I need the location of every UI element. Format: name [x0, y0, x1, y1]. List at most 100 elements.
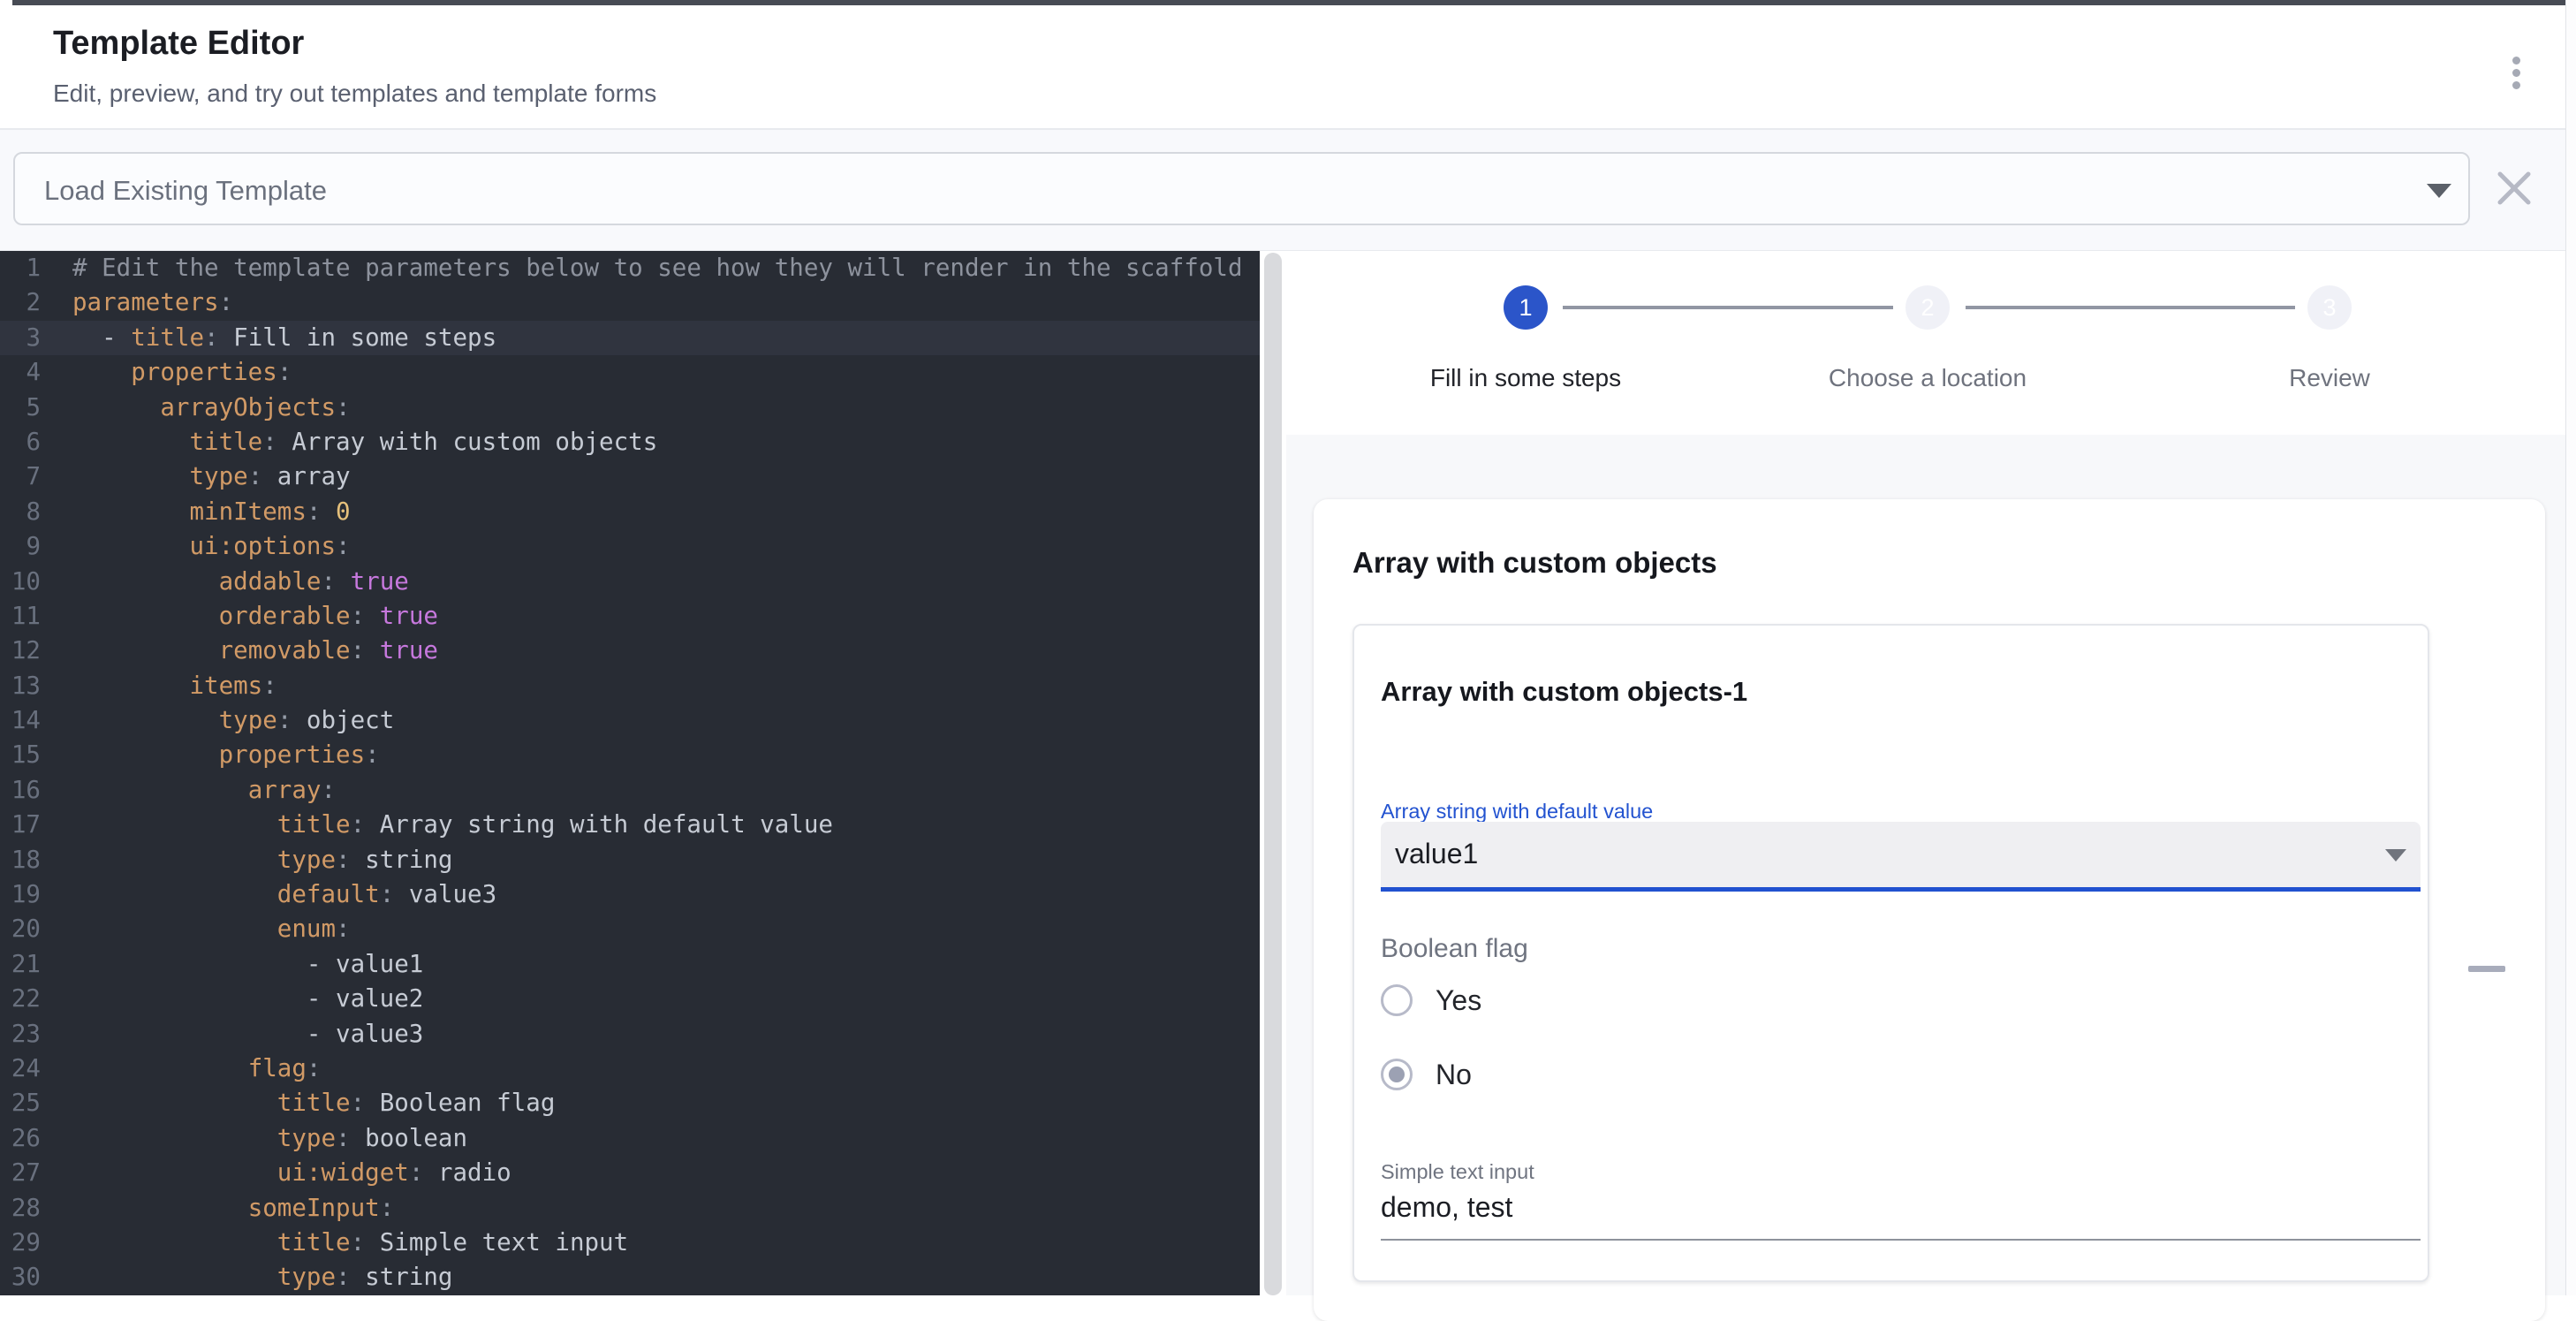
code-text: type: string: [72, 1260, 453, 1294]
select-field-label: Array string with default value: [1381, 800, 1653, 824]
code-text: parameters:: [72, 285, 233, 320]
code-line[interactable]: 16 array:: [0, 773, 1260, 808]
line-number: 21: [0, 947, 41, 982]
code-text: # Edit the template parameters below to …: [72, 251, 1243, 285]
text-input-underline: [1381, 1239, 2421, 1241]
line-number: 7: [0, 459, 41, 494]
code-line[interactable]: 21 - value1: [0, 947, 1260, 982]
editor-scrollbar-track[interactable]: [1260, 251, 1286, 1295]
clear-template-button[interactable]: [2491, 165, 2537, 211]
step-label-3: Review: [2153, 364, 2506, 392]
step-circle-2[interactable]: 2: [1905, 285, 1950, 330]
code-text: title: Array string with default value: [72, 808, 833, 842]
line-number: 6: [0, 425, 41, 459]
code-text: someInput:: [72, 1191, 394, 1226]
code-text: ui:options:: [72, 529, 351, 564]
line-number: 28: [0, 1191, 41, 1226]
code-line[interactable]: 2 parameters:: [0, 285, 1260, 320]
code-line[interactable]: 1 # Edit the template parameters below to…: [0, 251, 1260, 285]
radio-option-no[interactable]: No: [1381, 1055, 1472, 1094]
kebab-dot: [2512, 81, 2520, 89]
code-text: - title: Fill in some steps: [72, 321, 496, 355]
page-subtitle: Edit, preview, and try out templates and…: [53, 80, 656, 108]
code-line[interactable]: 23 - value3: [0, 1017, 1260, 1051]
code-text: title: Boolean flag: [72, 1086, 555, 1120]
code-line[interactable]: 19 default: value3: [0, 877, 1260, 912]
line-number: 18: [0, 843, 41, 877]
code-line[interactable]: 8 minItems: 0: [0, 495, 1260, 529]
page-scrollbar-gutter[interactable]: [2565, 0, 2576, 1295]
line-number: 9: [0, 529, 41, 564]
select-field-value: value1: [1395, 838, 1478, 870]
code-line[interactable]: 13 items:: [0, 669, 1260, 703]
code-text: flag:: [72, 1051, 321, 1086]
load-template-placeholder: Load Existing Template: [44, 175, 327, 207]
line-number: 22: [0, 982, 41, 1016]
line-number: 1: [0, 251, 41, 285]
code-line[interactable]: 11 orderable: true: [0, 599, 1260, 634]
close-icon: [2491, 165, 2537, 211]
load-template-select[interactable]: Load Existing Template: [13, 152, 2470, 225]
form-preview-background: Array with custom objects Array with cus…: [1286, 435, 2565, 1295]
radio-group-label: Boolean flag: [1381, 934, 1528, 964]
code-line[interactable]: 20 enum:: [0, 912, 1260, 946]
code-line[interactable]: 14 type: object: [0, 703, 1260, 738]
array-string-select[interactable]: value1: [1381, 822, 2421, 892]
radio-option-label: No: [1436, 1059, 1472, 1091]
code-line[interactable]: 5 arrayObjects:: [0, 391, 1260, 425]
line-number: 10: [0, 565, 41, 599]
remove-array-item-button[interactable]: [2461, 958, 2512, 979]
preview-panel: 1Fill in some steps2Choose a location3Re…: [1286, 251, 2565, 1295]
line-number: 26: [0, 1121, 41, 1156]
step-circle-1[interactable]: 1: [1504, 285, 1548, 330]
code-line[interactable]: 29 title: Simple text input: [0, 1226, 1260, 1260]
page-title: Template Editor: [53, 25, 304, 63]
code-text: orderable: true: [72, 599, 438, 634]
editor-scrollbar-thumb[interactable]: [1264, 253, 1282, 1295]
code-text: enum:: [72, 912, 351, 946]
load-template-bar: Load Existing Template: [0, 130, 2565, 251]
code-line[interactable]: 24 flag:: [0, 1051, 1260, 1086]
code-line[interactable]: 15 properties:: [0, 738, 1260, 772]
yaml-code-editor[interactable]: 1 # Edit the template parameters below to…: [0, 251, 1260, 1295]
step-label-2: Choose a location: [1751, 364, 2104, 392]
code-line[interactable]: 28 someInput:: [0, 1191, 1260, 1226]
code-text: removable: true: [72, 634, 438, 668]
step-circle-3[interactable]: 3: [2307, 285, 2352, 330]
form-section-title: Array with custom objects: [1352, 546, 1717, 580]
code-line[interactable]: 9 ui:options:: [0, 529, 1260, 564]
dropdown-caret-icon: [2427, 184, 2451, 198]
radio-unselected-icon[interactable]: [1381, 984, 1413, 1016]
code-line[interactable]: 7 type: array: [0, 459, 1260, 494]
line-number: 4: [0, 355, 41, 390]
line-number: 2: [0, 285, 41, 320]
code-line[interactable]: 27 ui:widget: radio: [0, 1156, 1260, 1190]
code-text: - value1: [72, 947, 423, 982]
code-text: minItems: 0: [72, 495, 351, 529]
code-text: type: string: [72, 843, 453, 877]
text-input-label: Simple text input: [1381, 1160, 1534, 1184]
code-line[interactable]: 17 title: Array string with default valu…: [0, 808, 1260, 842]
code-line[interactable]: 3 - title: Fill in some steps: [0, 321, 1260, 355]
line-number: 20: [0, 912, 41, 946]
simple-text-input[interactable]: [1381, 1191, 2421, 1224]
code-line[interactable]: 26 type: boolean: [0, 1121, 1260, 1156]
code-line[interactable]: 22 - value2: [0, 982, 1260, 1016]
code-line[interactable]: 12 removable: true: [0, 634, 1260, 668]
code-line[interactable]: 10 addable: true: [0, 565, 1260, 599]
form-card: Array with custom objects Array with cus…: [1314, 499, 2545, 1321]
code-text: title: Simple text input: [72, 1226, 628, 1260]
line-number: 16: [0, 773, 41, 808]
line-number: 3: [0, 321, 41, 355]
line-number: 12: [0, 634, 41, 668]
radio-option-yes[interactable]: Yes: [1381, 981, 1481, 1020]
code-line[interactable]: 25 title: Boolean flag: [0, 1086, 1260, 1120]
more-options-button[interactable]: [2496, 48, 2535, 97]
code-line[interactable]: 4 properties:: [0, 355, 1260, 390]
code-line[interactable]: 18 type: string: [0, 843, 1260, 877]
radio-selected-icon[interactable]: [1381, 1059, 1413, 1090]
code-text: type: boolean: [72, 1121, 467, 1156]
line-number: 27: [0, 1156, 41, 1190]
code-line[interactable]: 6 title: Array with custom objects: [0, 425, 1260, 459]
code-line[interactable]: 30 type: string: [0, 1260, 1260, 1294]
